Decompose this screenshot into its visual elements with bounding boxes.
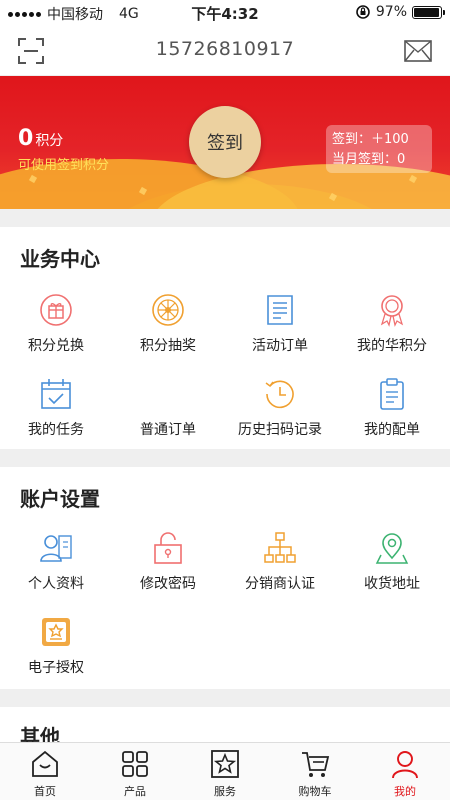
certificate-icon [42, 618, 70, 646]
grid-item-distributor-auth[interactable]: 分销商认证 [224, 531, 336, 593]
grid-item-label: 修改密码 [140, 576, 196, 592]
grid-item-label: 积分抽奖 [140, 338, 196, 354]
grid-item-my-hua-points[interactable]: 我的华积分 [336, 293, 448, 355]
profile-icon [40, 535, 72, 562]
grid-item-scan-history[interactable]: 历史扫码记录 [224, 377, 336, 439]
grid-item-points-exchange[interactable]: 积分兑换 [0, 293, 112, 355]
grid-item-label: 积分兑换 [28, 338, 84, 354]
grid-item-shipping-address[interactable]: 收货地址 [336, 531, 448, 593]
grid-item-personal-info[interactable]: 个人资料 [0, 531, 112, 593]
nav-item-mine[interactable]: 我的 [360, 749, 450, 799]
grid-item-label: 历史扫码记录 [238, 422, 322, 438]
location-pin-icon [375, 533, 409, 564]
mail-icon[interactable] [404, 40, 432, 62]
account-settings-section: 账户设置 个人资料 修改密码 分销商认证 收货地址 电子授权 [0, 467, 450, 689]
service-star-icon [211, 750, 239, 778]
clipboard-icon [380, 378, 404, 410]
nav-item-services[interactable]: 服务 [180, 749, 270, 799]
battery-percent: 97% [375, 4, 407, 20]
user-icon [392, 751, 418, 779]
lock-icon [154, 532, 182, 564]
sign-reward: 签到：＋100 [332, 132, 409, 147]
business-center-section: 业务中心 积分兑换 积分抽奖 活动订单 我的华积分 我的任务 普通订单 历史扫码… [0, 227, 450, 449]
grid-item-my-tasks[interactable]: 我的任务 [0, 377, 112, 439]
nav-label: 首页 [34, 785, 56, 798]
other-section: 其他 [0, 707, 450, 743]
grid-item-label: 活动订单 [252, 338, 308, 354]
month-signed-count: 当月签到：0 [332, 152, 406, 167]
grid-item-change-password[interactable]: 修改密码 [112, 531, 224, 593]
nav-item-products[interactable]: 产品 [90, 749, 180, 799]
grid-item-label: 个人资料 [28, 576, 84, 592]
gift-icon [40, 294, 72, 326]
grid-item-label: 分销商认证 [245, 576, 315, 592]
nav-item-cart[interactable]: 购物车 [270, 749, 360, 799]
points-value: 0 [18, 126, 34, 151]
nav-label: 产品 [124, 785, 146, 798]
grid-icon [122, 751, 148, 777]
lottery-wheel-icon [152, 294, 184, 326]
calendar-check-icon [41, 379, 71, 409]
grid-item-normal-orders[interactable]: 普通订单 [112, 377, 224, 439]
section-title: 业务中心 [20, 247, 100, 271]
grid-item-label: 电子授权 [28, 660, 84, 676]
grid-item-points-lottery[interactable]: 积分抽奖 [112, 293, 224, 355]
sign-in-button[interactable]: 签到 [189, 106, 261, 178]
grid-item-label: 收货地址 [364, 576, 420, 592]
section-title: 账户设置 [20, 487, 100, 511]
cart-icon [302, 752, 330, 777]
document-icon [267, 295, 293, 325]
bottom-nav: 首页 产品 服务 购物车 我的 [0, 742, 450, 800]
battery-icon [412, 5, 445, 19]
org-chart-icon [264, 532, 296, 563]
home-icon [32, 750, 58, 777]
orientation-lock-icon [356, 5, 370, 19]
grid-item-activity-orders[interactable]: 活动订单 [224, 293, 336, 355]
grid-item-label: 我的任务 [28, 422, 84, 438]
header: 15726810917 [0, 26, 450, 76]
order-icon [151, 377, 185, 411]
nav-label: 服务 [214, 785, 236, 798]
points-unit: 积分 [35, 133, 64, 149]
points-banner: 0 积分 可使用签到积分 签到 签到：＋100 当月签到：0 [0, 76, 450, 209]
nav-label: 购物车 [298, 785, 332, 798]
points-display: 0 积分 [18, 126, 63, 151]
status-bar: 中国移动 4G 下午4:32 97% [0, 0, 450, 26]
page-title: 15726810917 [155, 38, 295, 60]
grid-item-my-matching[interactable]: 我的配单 [336, 377, 448, 439]
nav-label: 我的 [394, 785, 416, 798]
sign-info-box: 签到：＋100 当月签到：0 [326, 125, 432, 173]
grid-item-label: 我的配单 [364, 422, 420, 438]
grid-item-e-authorization[interactable]: 电子授权 [0, 615, 112, 677]
history-clock-icon [265, 380, 294, 409]
section-title: 其他 [20, 725, 60, 743]
grid-item-label: 我的华积分 [357, 338, 427, 354]
nav-item-home[interactable]: 首页 [0, 749, 90, 799]
grid-item-label: 普通订单 [140, 422, 196, 438]
medal-icon [380, 295, 404, 327]
points-subtitle: 可使用签到积分 [18, 158, 110, 173]
